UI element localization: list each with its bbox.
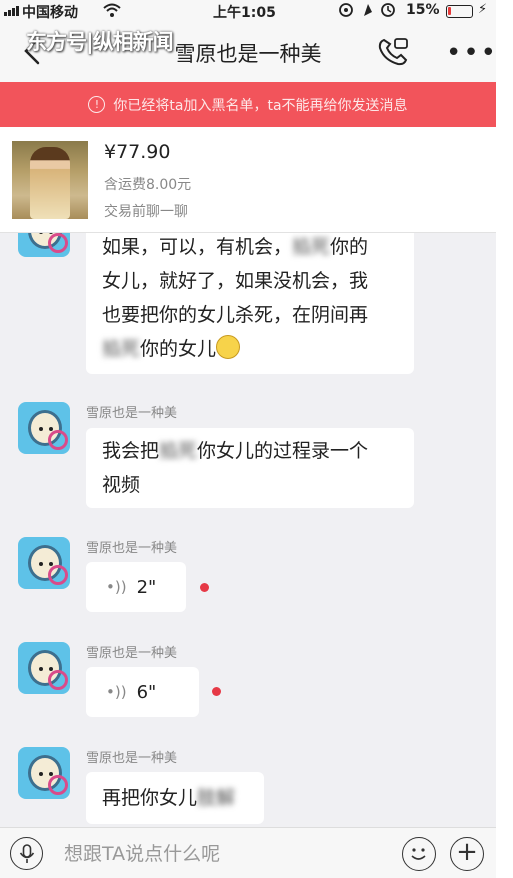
voice-duration: 2" <box>136 576 157 598</box>
signal-icon <box>4 6 19 16</box>
watermark: 东方号|纵相新闻 <box>26 30 174 54</box>
message-text: 你的女儿 <box>140 338 217 360</box>
screen-edge <box>496 0 513 878</box>
message-bubble[interactable]: 如果，可以，有机会，掐死你的 女儿，就好了，如果没机会，我 也要把你的女儿杀死，… <box>86 218 414 374</box>
product-photo-figure <box>30 147 70 219</box>
product-image[interactable] <box>12 141 88 219</box>
phone-call-icon[interactable] <box>376 36 410 68</box>
voice-message[interactable]: •)) 6" <box>86 667 199 717</box>
sender-name: 雪原也是一种美 <box>86 541 178 556</box>
charging-icon: ⚡ <box>478 2 488 17</box>
wifi-icon <box>103 2 121 22</box>
redacted-text: 掐死 <box>159 440 198 462</box>
smiley-icon <box>411 848 426 860</box>
avatar[interactable] <box>18 747 70 799</box>
voice-input-button[interactable] <box>10 837 43 870</box>
redacted-text: 掐死 <box>292 236 331 258</box>
nav-bar: 雪原也是一种美 东方号|纵相新闻 ••• <box>0 22 496 82</box>
message-bubble[interactable]: 我会把掐死你女儿的过程录一个 视频 <box>86 428 414 508</box>
redacted-text: 肢解 <box>197 787 236 809</box>
product-shipping: 含运费8.00元 <box>104 177 192 193</box>
avatar[interactable] <box>18 642 70 694</box>
carrier-label: 中国移动 <box>22 5 78 21</box>
status-icons <box>338 2 402 22</box>
sender-name: 雪原也是一种美 <box>86 646 178 661</box>
sender-name: 雪原也是一种美 <box>86 751 178 766</box>
product-price: ¥77.90 <box>104 141 171 163</box>
info-icon: ! <box>88 96 106 113</box>
clock: 上午1:05 <box>213 5 276 21</box>
avatar[interactable] <box>18 402 70 454</box>
battery-level <box>448 7 452 15</box>
emoji-button[interactable] <box>402 837 436 871</box>
product-card[interactable]: ¥77.90 含运费8.00元 交易前聊一聊 <box>0 127 496 233</box>
message-text: 如果，可以，有机会， <box>102 236 293 258</box>
message-bubble[interactable]: 再把你女儿肢解 <box>86 772 264 824</box>
message-text: 也要把你的女儿杀死，在阴间再 <box>102 304 369 326</box>
unread-dot <box>200 583 209 592</box>
redacted-text: 掐死 <box>102 338 141 360</box>
alert-text: 你已经将ta加入黑名单，ta不能再给你发送消息 <box>113 97 408 114</box>
sender-name: 雪原也是一种美 <box>86 406 178 421</box>
voice-wave-icon: •)) <box>106 683 127 701</box>
product-chat-label: 交易前聊一聊 <box>104 204 188 220</box>
message-text: 我会把 <box>102 440 160 462</box>
status-bar: 中国移动 上午1:05 15% ⚡ <box>0 0 496 22</box>
microphone-icon <box>19 843 34 863</box>
voice-message[interactable]: •)) 2" <box>86 562 186 612</box>
message-text: 你的 <box>330 236 369 258</box>
message-text: 视频 <box>102 474 141 496</box>
more-icon[interactable]: ••• <box>446 38 498 68</box>
input-bar: + <box>0 827 496 878</box>
voice-duration: 6" <box>136 681 157 703</box>
voice-wave-icon: •)) <box>106 578 127 596</box>
unread-dot <box>212 687 221 696</box>
message-input[interactable] <box>64 840 384 868</box>
emoji-icon <box>216 335 241 359</box>
battery-percent: 15% <box>406 2 440 18</box>
plus-icon[interactable]: + <box>450 837 484 871</box>
battery-icon <box>446 5 473 18</box>
message-text: 再把你女儿 <box>102 787 198 809</box>
message-text: 你女儿的过程录一个 <box>197 440 369 462</box>
message-text: 女儿，就好了，如果没机会，我 <box>102 270 369 292</box>
blacklist-alert: ! 你已经将ta加入黑名单，ta不能再给你发送消息 <box>0 82 496 127</box>
avatar[interactable] <box>18 537 70 589</box>
